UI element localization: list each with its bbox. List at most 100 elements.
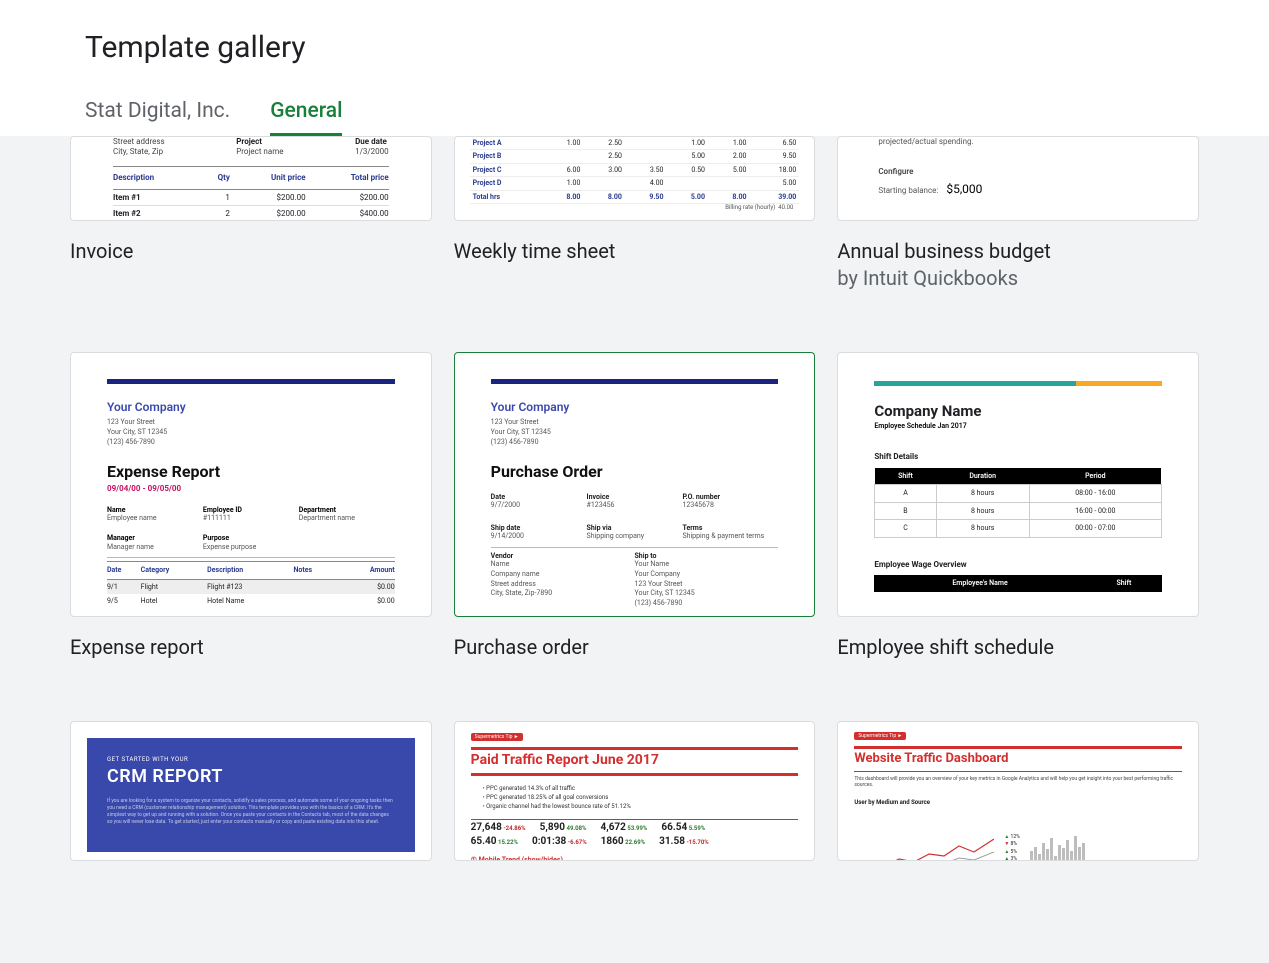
preview-text: Description	[207, 562, 293, 579]
template-purchase-order[interactable]: Your Company 123 Your Street Your City, …	[454, 352, 816, 659]
preview-text: Notes	[293, 562, 336, 579]
preview-text: $200.00	[230, 206, 306, 221]
preview-text: 5.00	[750, 177, 800, 190]
preview-text: -15.70%	[686, 839, 708, 846]
preview-text: 1/3/2000	[355, 147, 389, 157]
preview-text: Street address	[113, 137, 165, 147]
template-expense-report[interactable]: Your Company 123 Your Street Your City, …	[70, 352, 432, 659]
preview-text: Unit price	[230, 167, 306, 190]
preview-text: 8.00	[708, 190, 750, 203]
preview-text: 40.00	[778, 204, 793, 211]
preview-text: 4,672	[601, 822, 626, 833]
preview-text: Date	[491, 493, 587, 501]
preview-text: Supermetrics Tip ►	[471, 733, 523, 741]
preview-text: Vendor	[491, 552, 635, 560]
preview-text: Your Name	[634, 560, 778, 570]
preview-text: 5,890	[540, 822, 565, 833]
preview-text: 123 Your Street	[107, 418, 395, 428]
preview-text: Employee Schedule Jan 2017	[874, 422, 1162, 430]
preview-text	[583, 177, 625, 190]
tab-org[interactable]: Stat Digital, Inc.	[85, 99, 230, 136]
template-website-traffic[interactable]: Supermetrics Tip ► Website Traffic Dashb…	[837, 721, 1199, 861]
preview-text: 8 hours	[936, 502, 1029, 519]
preview-text: Name	[107, 506, 203, 514]
preview-text: If you are looking for a system to organ…	[107, 798, 395, 826]
sparkline-icon	[854, 834, 994, 861]
preview-text: 5.00	[666, 190, 708, 203]
preview-text: Shift Details	[874, 452, 1162, 462]
preview-text: 2.50	[583, 137, 625, 150]
preview-text: 53.99%	[627, 825, 647, 832]
preview-text: 9.50	[750, 150, 800, 163]
preview-text: 9/5	[107, 594, 141, 608]
template-thumb: Supermetrics Tip ► Paid Traffic Report J…	[454, 721, 816, 861]
preview-text: Duration	[936, 468, 1029, 485]
preview-text: $200.00	[230, 189, 306, 206]
preview-text	[542, 150, 584, 163]
preview-text: Street address	[491, 580, 635, 590]
preview-text: 16:00 - 00:00	[1029, 502, 1161, 519]
preview-text: Department	[299, 506, 395, 514]
template-crm-report[interactable]: GET STARTED WITH YOUR CRM REPORT If you …	[70, 721, 432, 861]
preview-text: Billing rate (hourly)	[725, 204, 775, 211]
preview-text: Item #1	[113, 189, 203, 206]
preview-text	[666, 177, 708, 190]
preview-text: Hotel Name	[207, 594, 293, 608]
preview-text: 123 Your Street	[491, 418, 779, 428]
tab-general[interactable]: General	[270, 99, 342, 136]
preview-text: 2.00	[708, 150, 750, 163]
template-timesheet[interactable]: Project A1.002.501.001.006.50 Project B2…	[454, 136, 816, 290]
preview-text: 49.08%	[567, 825, 587, 832]
preview-text: $0.00	[337, 594, 395, 608]
preview-text: Your City, ST 12345	[491, 428, 779, 438]
preview-text: 5.59%	[689, 825, 706, 832]
preview-text: 1860	[601, 836, 624, 847]
preview-text: Configure	[878, 167, 1158, 177]
preview-text: Purpose	[203, 534, 299, 542]
preview-text: Shipping company	[587, 532, 683, 540]
template-invoice[interactable]: Street address City, State, Zip Project …	[70, 136, 432, 290]
preview-text: Employee Wage Overview	[874, 560, 1162, 570]
preview-text: 123 Your Street	[634, 580, 778, 590]
preview-text: Expense purpose	[203, 543, 299, 551]
template-thumb: projected/actual spending. Configure Sta…	[837, 136, 1199, 221]
preview-text: Name	[491, 560, 635, 570]
preview-text: #123456	[587, 501, 683, 509]
preview-text: Project C	[470, 163, 542, 176]
preview-text: 65.40	[471, 836, 497, 847]
preview-text: Qty	[203, 167, 230, 190]
preview-text: 8.00	[542, 190, 584, 203]
preview-text: 3.50	[625, 163, 667, 176]
preview-text: 0.50	[666, 163, 708, 176]
preview-text: Organic channel had the lowest bounce ra…	[483, 802, 799, 811]
preview-text: 2	[203, 206, 230, 221]
preview-text: 5.00	[708, 163, 750, 176]
preview-text: Your City, ST 12345	[634, 589, 778, 599]
preview-text: Expense Report	[107, 462, 395, 481]
template-thumb: Your Company 123 Your Street Your City, …	[454, 352, 816, 617]
preview-text: 9/7/2000	[491, 501, 587, 509]
preview-text: 8 hours	[936, 520, 1029, 537]
preview-text: 39.00	[750, 190, 800, 203]
template-employee-shift[interactable]: Company Name Employee Schedule Jan 2017 …	[837, 352, 1199, 659]
template-paid-traffic[interactable]: Supermetrics Tip ► Paid Traffic Report J…	[454, 721, 816, 861]
preview-text: 27,648	[471, 822, 502, 833]
preview-text: Amount	[337, 562, 395, 579]
preview-text: Your Company	[107, 400, 395, 414]
template-thumb: Your Company 123 Your Street Your City, …	[70, 352, 432, 617]
preview-text: 31.58	[659, 836, 685, 847]
preview-text: $0.00	[337, 579, 395, 594]
template-thumb: Project A1.002.501.001.006.50 Project B2…	[454, 136, 816, 221]
preview-text: (123) 456-7890	[107, 438, 395, 448]
preview-text: Project B	[470, 150, 542, 163]
template-subtitle: by Intuit Quickbooks	[837, 266, 1199, 290]
preview-text: GET STARTED WITH YOUR	[107, 756, 395, 763]
preview-text: Description	[113, 167, 203, 190]
preview-text: $5,000	[946, 182, 982, 196]
template-title: Purchase order	[454, 635, 816, 659]
preview-text: 8.00	[583, 190, 625, 203]
preview-text: Paid Traffic Report June 2017	[471, 752, 799, 769]
template-budget[interactable]: projected/actual spending. Configure Sta…	[837, 136, 1199, 290]
preview-text: 1.00	[708, 137, 750, 150]
preview-text: Item #2	[113, 206, 203, 221]
